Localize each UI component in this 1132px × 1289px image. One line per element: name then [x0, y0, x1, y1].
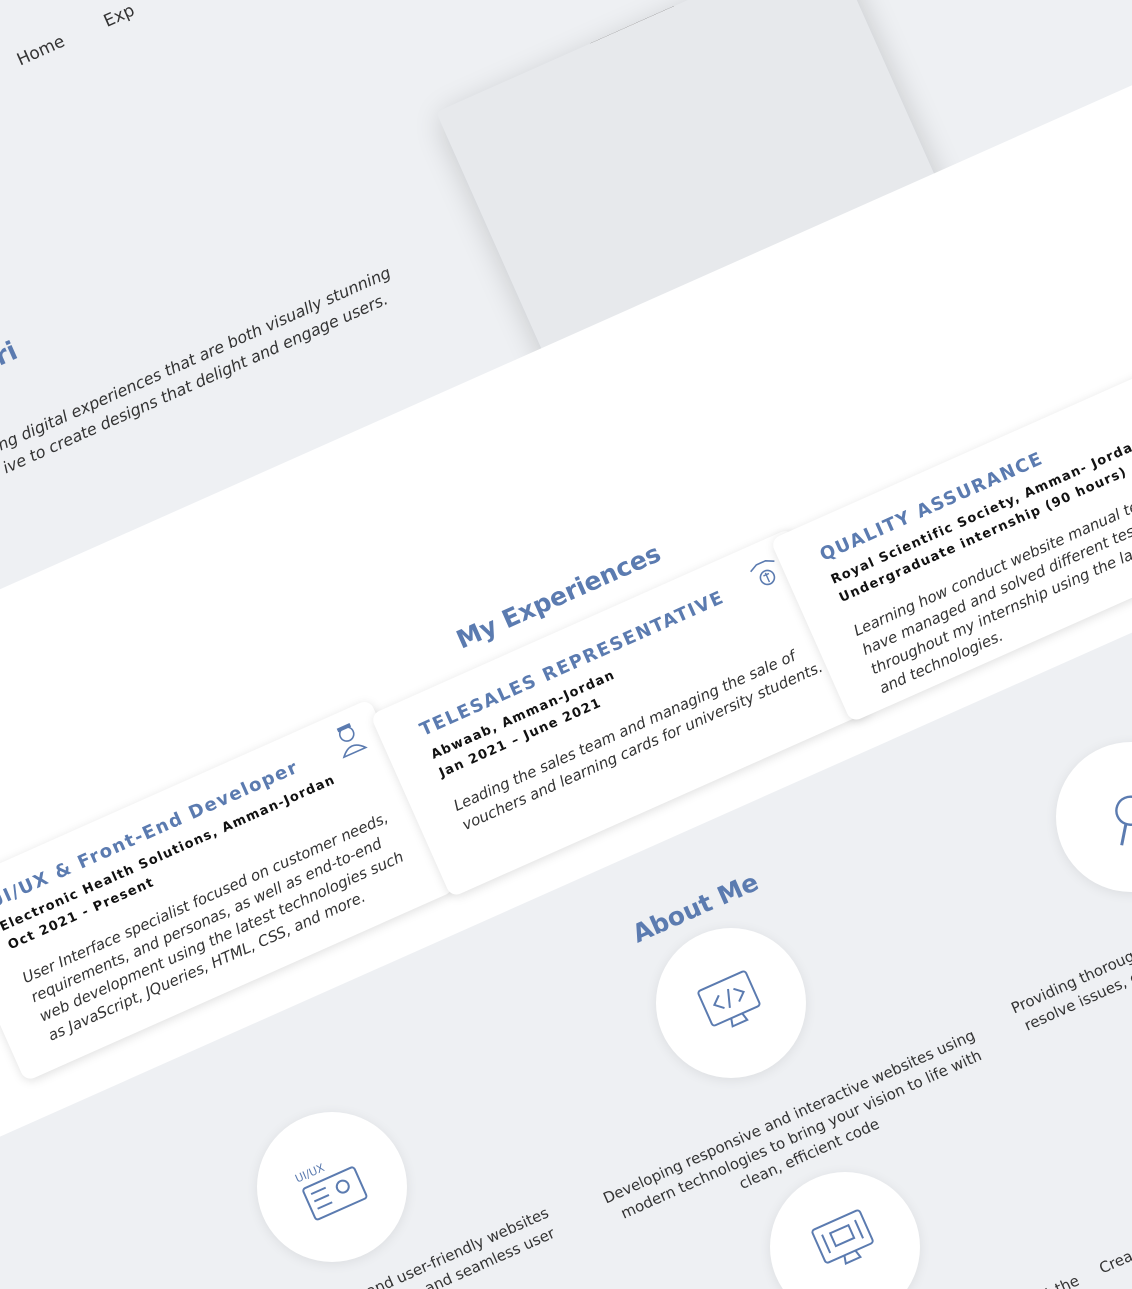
page: Home Exp ri ing digital experiences that…: [0, 0, 1132, 1289]
service-line-1: d test the: [1008, 1271, 1082, 1289]
monitor-tools-icon: [811, 1209, 874, 1265]
hero-name: ri: [0, 336, 23, 373]
service-circle-code: [656, 928, 806, 1078]
hero-tagline-line-1: ing digital experiences that are both vi…: [0, 262, 394, 457]
service-circle-uiux: UI/UX: [257, 1112, 407, 1262]
service-circle-monitor: [770, 1172, 920, 1289]
service-line-1: Crea: [1096, 1246, 1132, 1278]
service-line-1: Developing responsive and interactive we…: [600, 1026, 978, 1208]
nav-experience[interactable]: Exp: [101, 1, 138, 32]
uiux-design-icon: UI/UX: [293, 1161, 368, 1221]
code-monitor-icon: [697, 970, 761, 1028]
svg-text:UI/UX: UI/UX: [293, 1161, 327, 1186]
bug-search-icon: [1115, 795, 1132, 846]
service-circle-testing: [1056, 742, 1132, 892]
nav-home[interactable]: Home: [14, 32, 68, 71]
